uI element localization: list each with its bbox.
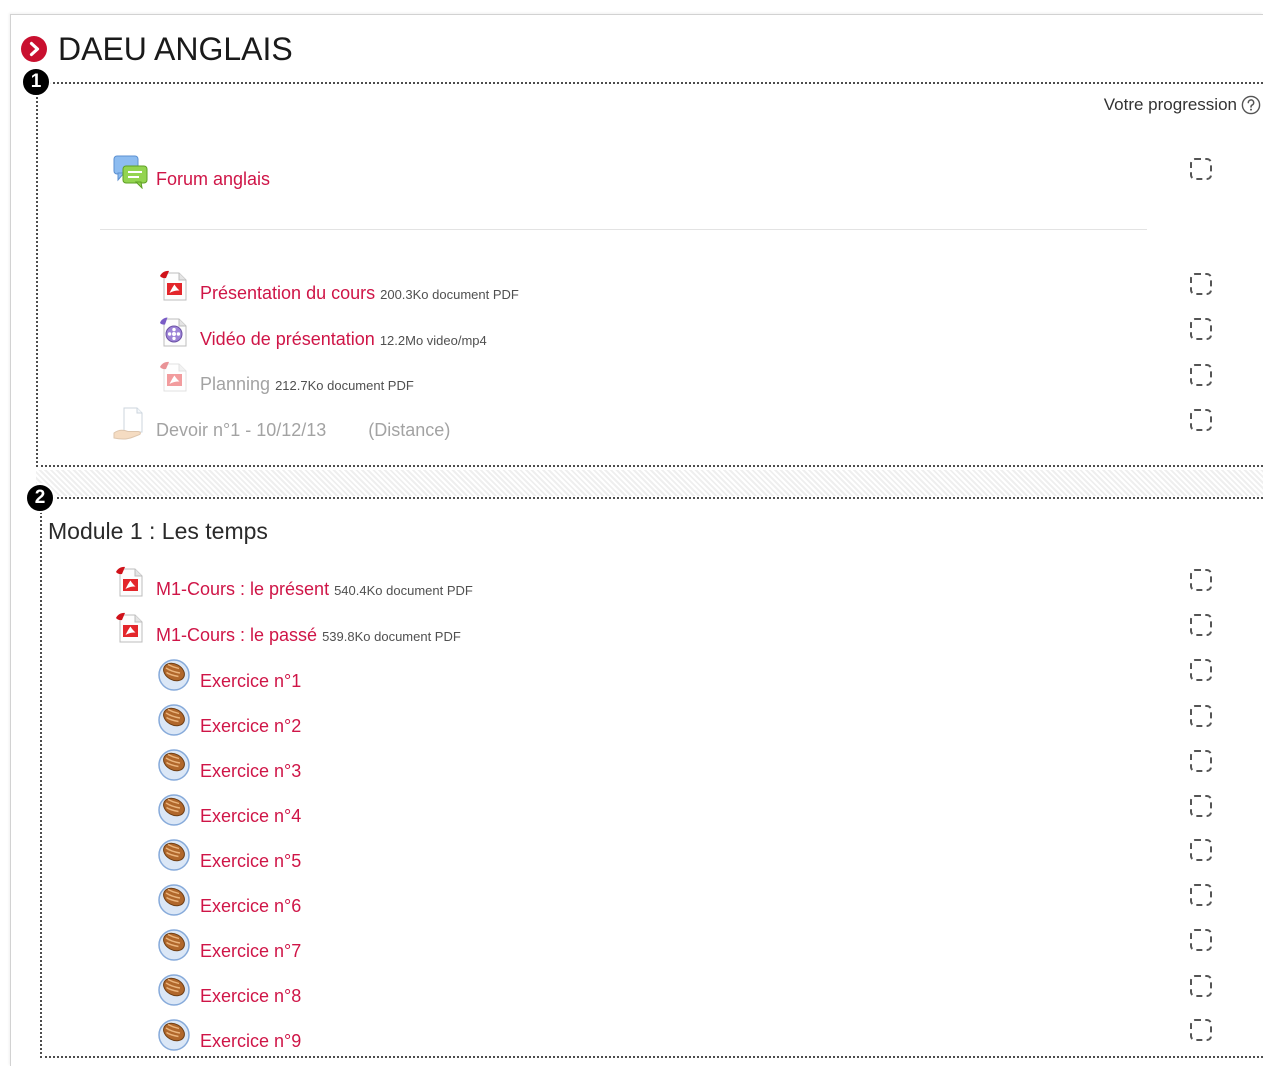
course-title: DAEU ANGLAIS xyxy=(58,31,293,67)
assignment-icon xyxy=(113,406,147,440)
activity-row: Exercice n°4 xyxy=(157,792,1057,832)
activity-meta: 200.3Ko document PDF xyxy=(380,287,519,302)
completion-checkbox[interactable] xyxy=(1190,750,1212,772)
activity-row: Exercice n°6 xyxy=(157,882,1057,922)
exercise-icon xyxy=(157,747,191,781)
completion-checkbox[interactable] xyxy=(1190,975,1212,997)
activity-meta: 212.7Ko document PDF xyxy=(275,378,414,393)
exercise-icon xyxy=(157,792,191,826)
activity-link[interactable]: Devoir n°1 - 10/12/13 xyxy=(156,420,326,440)
activity-link[interactable]: Vidéo de présentation xyxy=(200,329,375,349)
activity-label: Planning 212.7Ko document PDF xyxy=(200,364,414,406)
activity-row: Devoir n°1 - 10/12/13 (Distance) xyxy=(113,406,1013,446)
activity-row: Exercice n°9 xyxy=(157,1017,1057,1057)
activity-row: Forum anglais xyxy=(113,155,1013,195)
progress-label: Votre progression xyxy=(1103,95,1237,114)
activity-label: Présentation du cours 200.3Ko document PD… xyxy=(200,273,519,315)
activity-link[interactable]: Exercice n°1 xyxy=(200,671,301,691)
activity-label: M1-Cours : le présent 540.4Ko document PD… xyxy=(156,569,473,611)
activity-label: Exercice n°1 xyxy=(200,661,301,703)
activity-link[interactable]: Exercice n°6 xyxy=(200,896,301,916)
activity-label: Exercice n°7 xyxy=(200,931,301,973)
callout-badge: 1 xyxy=(21,67,51,97)
exercise-icon xyxy=(157,657,191,691)
section-heading: Module 1 : Les temps xyxy=(48,518,268,544)
grouping-label: (Distance) xyxy=(368,420,451,440)
activity-label: Exercice n°5 xyxy=(200,841,301,883)
course-section-general: Votre progression Forum anglais Présenta… xyxy=(36,82,1263,467)
divider xyxy=(100,229,1147,230)
activity-label: Exercice n°4 xyxy=(200,796,301,838)
activity-meta: 540.4Ko document PDF xyxy=(334,583,473,598)
course-section-module-1: Module 1 : Les temps M1-Cours : le prése… xyxy=(40,497,1263,1058)
activity-link[interactable]: Forum anglais xyxy=(156,169,270,189)
activity-label: Exercice n°3 xyxy=(200,751,301,793)
completion-checkbox[interactable] xyxy=(1190,1019,1212,1041)
completion-checkbox[interactable] xyxy=(1190,569,1212,591)
completion-checkbox[interactable] xyxy=(1190,659,1212,681)
completion-checkbox[interactable] xyxy=(1190,795,1212,817)
activity-label: Exercice n°9 xyxy=(200,1021,301,1063)
activity-row: M1-Cours : le passé 539.8Ko document PDF xyxy=(113,611,1013,651)
activity-label: Vidéo de présentation 12.2Mo video/mp4 xyxy=(200,319,487,361)
activity-row: Exercice n°2 xyxy=(157,702,1057,742)
activity-label: Forum anglais xyxy=(156,159,270,201)
completion-checkbox[interactable] xyxy=(1190,929,1212,951)
video-icon xyxy=(157,315,191,349)
progress-header: Votre progression xyxy=(1104,94,1261,116)
question-circle-icon[interactable] xyxy=(1241,95,1261,115)
pdf-icon xyxy=(113,565,147,599)
completion-checkbox[interactable] xyxy=(1190,614,1212,636)
course-content-card: DAEU ANGLAIS 1 2 Votre progression Forum… xyxy=(10,14,1263,1066)
exercise-icon xyxy=(157,927,191,961)
activity-link[interactable]: Exercice n°7 xyxy=(200,941,301,961)
activity-label: Exercice n°8 xyxy=(200,976,301,1018)
completion-checkbox[interactable] xyxy=(1190,409,1212,431)
completion-checkbox[interactable] xyxy=(1190,364,1212,386)
activity-label: Exercice n°2 xyxy=(200,706,301,748)
activity-link[interactable]: Exercice n°8 xyxy=(200,986,301,1006)
exercise-icon xyxy=(157,702,191,736)
activity-row: Présentation du cours 200.3Ko document PD… xyxy=(157,269,1057,309)
activity-link[interactable]: Présentation du cours xyxy=(200,283,375,303)
activity-link[interactable]: Exercice n°9 xyxy=(200,1031,301,1051)
activity-row: M1-Cours : le présent 540.4Ko document PD… xyxy=(113,565,1013,605)
activity-link[interactable]: M1-Cours : le passé xyxy=(156,625,317,645)
activity-row: Exercice n°8 xyxy=(157,972,1057,1012)
pdf-icon xyxy=(157,360,191,394)
completion-checkbox[interactable] xyxy=(1190,839,1212,861)
section-separator xyxy=(36,470,1263,496)
activity-link[interactable]: Exercice n°2 xyxy=(200,716,301,736)
completion-checkbox[interactable] xyxy=(1190,884,1212,906)
activity-row: Vidéo de présentation 12.2Mo video/mp4 xyxy=(157,315,1057,355)
activity-label: Devoir n°1 - 10/12/13 (Distance) xyxy=(156,410,450,452)
chevron-right-circle-icon xyxy=(21,36,47,62)
exercise-icon xyxy=(157,837,191,871)
pdf-icon xyxy=(157,269,191,303)
activity-row: Planning 212.7Ko document PDF xyxy=(157,360,1057,400)
activity-meta: 539.8Ko document PDF xyxy=(322,629,461,644)
activity-link[interactable]: Exercice n°5 xyxy=(200,851,301,871)
activity-meta: 12.2Mo video/mp4 xyxy=(379,333,487,348)
activity-label: Exercice n°6 xyxy=(200,886,301,928)
activity-row: Exercice n°1 xyxy=(157,657,1057,697)
completion-checkbox[interactable] xyxy=(1190,158,1212,180)
activity-row: Exercice n°5 xyxy=(157,837,1057,877)
activity-link[interactable]: Exercice n°3 xyxy=(200,761,301,781)
exercise-icon xyxy=(157,1017,191,1051)
exercise-icon xyxy=(157,882,191,916)
activity-link[interactable]: Planning xyxy=(200,374,270,394)
completion-checkbox[interactable] xyxy=(1190,705,1212,727)
activity-row: Exercice n°7 xyxy=(157,927,1057,967)
exercise-icon xyxy=(157,972,191,1006)
activity-label: M1-Cours : le passé 539.8Ko document PDF xyxy=(156,615,461,657)
completion-checkbox[interactable] xyxy=(1190,318,1212,340)
callout-badge: 2 xyxy=(25,483,55,513)
forum-icon xyxy=(113,155,147,189)
activity-link[interactable]: Exercice n°4 xyxy=(200,806,301,826)
activity-link[interactable]: M1-Cours : le présent xyxy=(156,579,329,599)
activity-row: Exercice n°3 xyxy=(157,747,1057,787)
completion-checkbox[interactable] xyxy=(1190,273,1212,295)
pdf-icon xyxy=(113,611,147,645)
